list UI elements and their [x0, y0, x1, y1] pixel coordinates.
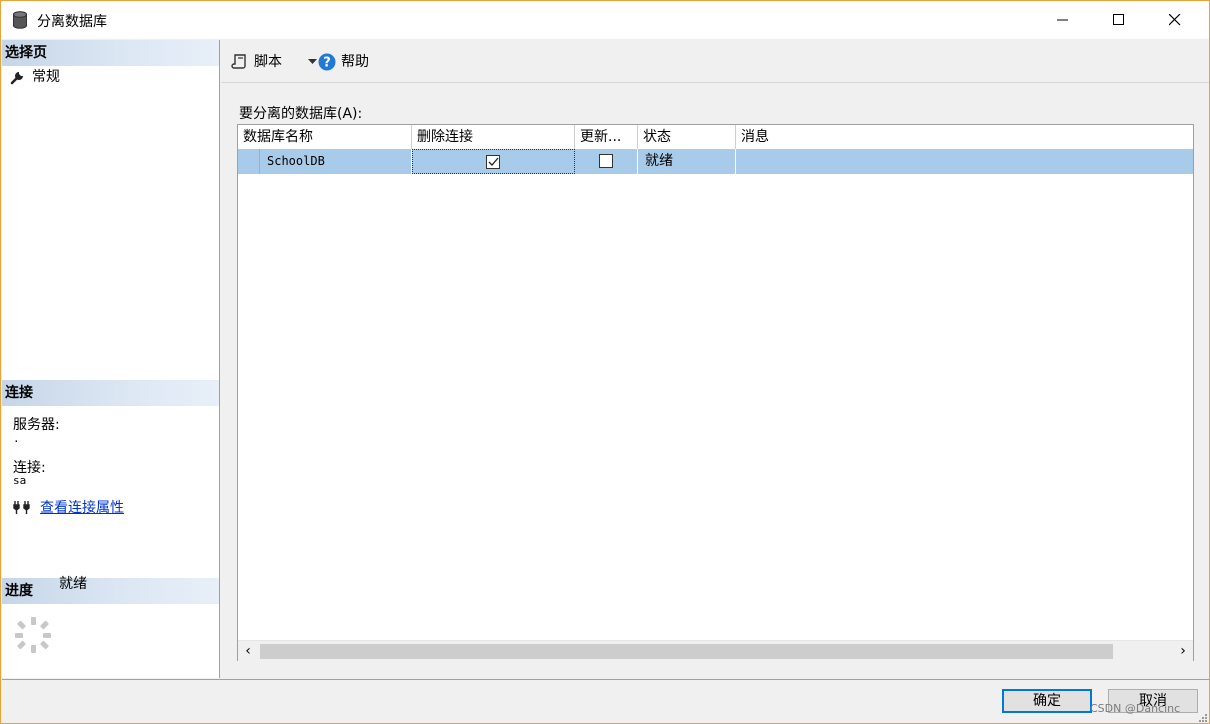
maximize-icon — [1113, 14, 1124, 25]
help-label: 帮助 — [341, 54, 369, 70]
update-statistics-checkbox[interactable] — [599, 154, 613, 168]
chevron-down-icon — [308, 59, 317, 64]
detach-database-dialog: 分离数据库 选择页 常规 连接 服务器: . 连接: sa 查看连接属性 进度 … — [0, 0, 1210, 724]
databases-grid: 数据库名称 删除连接 更新... 状态 消息 SchoolDB 就绪 ‹ › — [237, 124, 1194, 661]
watermark: CSDN @Dancinc — [1090, 702, 1181, 715]
row-header[interactable] — [238, 149, 260, 174]
column-header-message[interactable]: 消息 — [736, 125, 1193, 149]
wrench-icon — [10, 72, 23, 85]
window-title: 分离数据库 — [37, 14, 107, 30]
view-connection-properties-link[interactable]: 查看连接属性 — [40, 497, 124, 517]
column-header-update-statistics[interactable]: 更新... — [575, 125, 638, 149]
connection-value: sa — [13, 474, 27, 487]
help-icon: ? — [318, 53, 336, 71]
script-button[interactable]: 脚本 — [231, 52, 317, 72]
minimize-button[interactable] — [1041, 1, 1087, 39]
table-row[interactable]: SchoolDB 就绪 — [238, 149, 1193, 174]
message-cell — [736, 149, 1193, 174]
horizontal-scrollbar[interactable]: ‹ › — [238, 640, 1193, 661]
minimize-icon — [1057, 19, 1068, 21]
database-name-cell: SchoolDB — [260, 149, 412, 174]
connection-header: 连接 — [2, 380, 219, 406]
spinner-icon — [15, 617, 51, 653]
scroll-left-icon[interactable]: ‹ — [238, 641, 258, 661]
column-header-status[interactable]: 状态 — [638, 125, 736, 149]
resize-grip-icon[interactable] — [1196, 711, 1208, 723]
script-label: 脚本 — [254, 54, 282, 70]
left-panel: 选择页 常规 连接 服务器: . 连接: sa 查看连接属性 进度 就绪 — [2, 40, 220, 678]
column-header-database-name[interactable]: 数据库名称 — [238, 125, 412, 149]
server-label: 服务器: — [13, 417, 60, 433]
database-icon — [13, 11, 27, 29]
select-page-header: 选择页 — [2, 40, 219, 66]
update-statistics-cell[interactable] — [575, 149, 638, 174]
scroll-right-icon[interactable]: › — [1173, 641, 1193, 661]
grid-label: 要分离的数据库(A): — [239, 106, 363, 122]
drop-connections-cell[interactable] — [412, 149, 575, 174]
progress-header: 进度 — [2, 578, 219, 604]
ok-button[interactable]: 确定 — [1002, 689, 1092, 713]
close-icon — [1169, 14, 1181, 26]
status-cell: 就绪 — [638, 149, 736, 174]
progress-status: 就绪 — [59, 576, 87, 592]
close-button[interactable] — [1153, 1, 1199, 39]
server-value: . — [13, 432, 20, 445]
toolbar: 脚本 ? 帮助 — [221, 40, 1209, 83]
footer-divider — [2, 679, 1209, 680]
checkmark-icon — [488, 157, 499, 166]
column-header-drop-connections[interactable]: 删除连接 — [412, 125, 575, 149]
svg-text:?: ? — [323, 56, 331, 71]
scrollbar-thumb[interactable] — [260, 644, 1113, 659]
maximize-button[interactable] — [1097, 1, 1143, 39]
title-bar: 分离数据库 — [1, 1, 1209, 39]
help-button[interactable]: ? 帮助 — [318, 52, 378, 72]
plug-icon — [13, 501, 30, 514]
nav-item-label: 常规 — [32, 69, 60, 85]
grid-header: 数据库名称 删除连接 更新... 状态 消息 — [238, 125, 1193, 150]
script-icon — [231, 54, 246, 69]
drop-connections-checkbox[interactable] — [486, 155, 500, 169]
